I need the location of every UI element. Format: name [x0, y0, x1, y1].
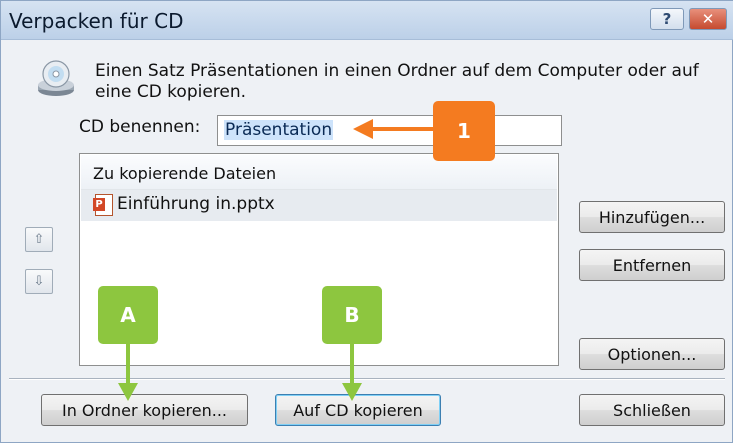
callout-b: B — [322, 286, 382, 344]
file-name: Einführung in.pptx — [117, 194, 275, 214]
close-icon: ✕ — [701, 10, 715, 28]
arrow-up-icon: ⇧ — [33, 232, 45, 247]
callout-a: A — [98, 286, 158, 344]
copy-to-folder-button[interactable]: In Ordner kopieren... — [41, 394, 248, 426]
options-button[interactable]: Optionen... — [579, 338, 725, 370]
cd-name-label: CD benennen: — [79, 117, 201, 137]
remove-button[interactable]: Entfernen — [579, 249, 725, 281]
help-icon: ? — [662, 10, 672, 28]
close-window-button[interactable]: ✕ — [689, 8, 727, 30]
copy-to-cd-button[interactable]: Auf CD kopieren — [275, 394, 441, 426]
files-list-header-label: Zu kopierende Dateien — [93, 164, 277, 183]
arrow-down-icon: ⇩ — [33, 274, 45, 289]
window-title: Verpacken für CD — [9, 9, 184, 33]
move-down-button[interactable]: ⇩ — [25, 269, 53, 294]
cd-name-value: Präsentation — [224, 120, 334, 140]
move-up-button[interactable]: ⇧ — [25, 227, 53, 252]
divider — [9, 378, 725, 380]
package-for-cd-dialog: Verpacken für CD ? ✕ Einen Satz Präsenta… — [0, 0, 733, 443]
list-item[interactable]: Einführung in.pptx — [81, 190, 557, 221]
dialog-description: Einen Satz Präsentationen in einen Ordne… — [95, 61, 699, 102]
callout-1: 1 — [433, 101, 495, 161]
title-bar[interactable]: Verpacken für CD ? ✕ — [1, 1, 733, 40]
add-button[interactable]: Hinzufügen... — [579, 201, 725, 233]
close-button[interactable]: Schließen — [579, 394, 725, 426]
help-button[interactable]: ? — [650, 8, 684, 30]
powerpoint-file-icon — [93, 194, 113, 216]
cd-name-input[interactable]: Präsentation — [217, 115, 562, 146]
cd-icon — [38, 60, 74, 96]
